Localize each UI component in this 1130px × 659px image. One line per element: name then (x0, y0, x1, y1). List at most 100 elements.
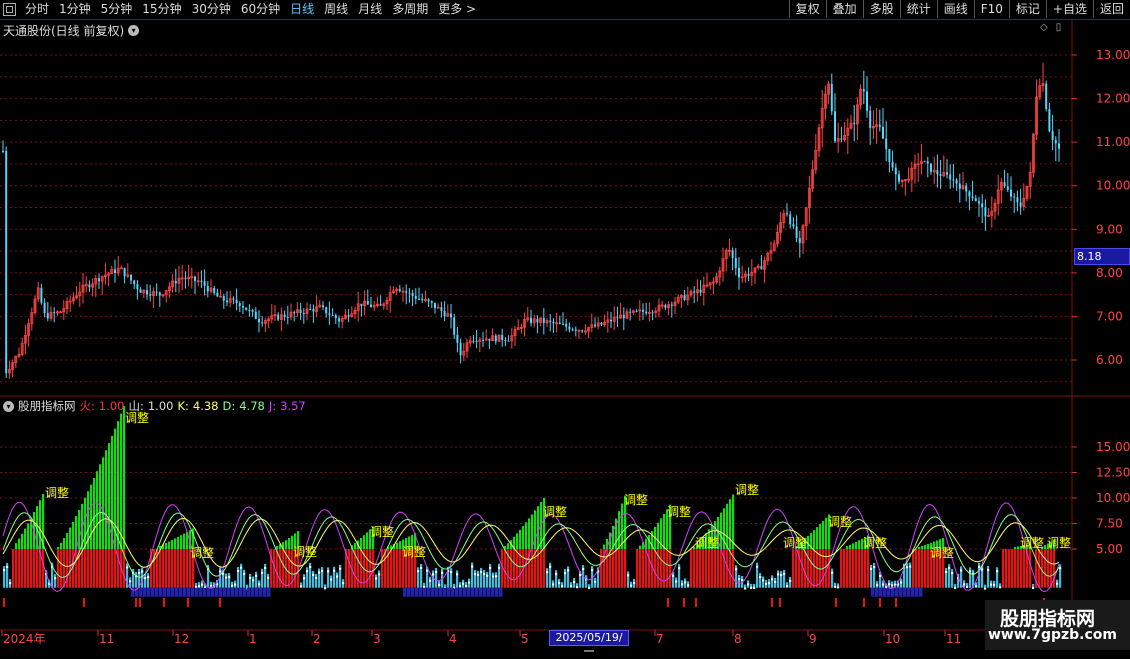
period-tab-9[interactable]: 多周期 (387, 2, 433, 17)
price-tick-label: 12.00 (1096, 92, 1130, 106)
toolbar-button-8[interactable]: 返回 (1092, 0, 1130, 18)
white-dash (489, 566, 492, 569)
blue-strip (147, 587, 151, 597)
white-dash (309, 565, 312, 568)
candle-body-down (731, 250, 734, 258)
candle-body-down (610, 319, 612, 322)
chevron-down-icon[interactable]: ▾ (3, 400, 14, 412)
blue-strip (499, 587, 503, 597)
white-dash (978, 565, 981, 568)
white-dash (594, 580, 597, 583)
panel-toggle-icon[interactable]: ▯ (1056, 22, 1062, 33)
toolbar-button-5[interactable]: F10 (973, 0, 1009, 18)
candle-body-down (456, 334, 459, 343)
white-dash (735, 568, 738, 571)
blue-strip (419, 587, 423, 597)
cyan-bar (249, 573, 252, 588)
candle-body-down (114, 269, 116, 273)
toolbar-right-buttons: 复权 叠加 多股 统计 画线 F10 标记 +自选 返回 (788, 0, 1130, 18)
green-bar (72, 521, 75, 549)
white-dash (741, 578, 744, 581)
chevron-down-icon[interactable]: ▾ (128, 25, 140, 36)
white-dash (138, 572, 141, 575)
period-tab-1[interactable]: 1分钟 (54, 2, 96, 17)
white-dash (1032, 586, 1035, 589)
red-bar (1029, 549, 1032, 588)
indicator-tick-label: 7.50 (1096, 517, 1123, 531)
green-bar (849, 544, 852, 549)
candle-body-down (155, 291, 158, 293)
blue-strip (175, 587, 179, 597)
toolbar-button-2[interactable]: 多股 (862, 0, 900, 18)
candle-body-down (530, 317, 532, 323)
white-dash (681, 583, 684, 586)
candle-body-down (642, 309, 644, 312)
green-bar (1014, 546, 1017, 549)
cyan-bar (744, 584, 747, 588)
red-bar (621, 549, 624, 588)
candle-body-down (328, 313, 331, 315)
blue-strip (439, 587, 443, 597)
white-dash (435, 570, 438, 573)
period-tab-2[interactable]: 5分钟 (96, 2, 138, 17)
white-dash (582, 568, 585, 571)
period-tab-6[interactable]: 日线 (285, 2, 319, 17)
green-bar (90, 484, 93, 549)
period-tab-4[interactable]: 30分钟 (187, 2, 236, 17)
red-bar (183, 549, 186, 588)
green-bar (18, 538, 21, 549)
candle-body-down (747, 274, 750, 276)
white-dash (786, 585, 789, 588)
period-tab-8[interactable]: 月线 (353, 2, 387, 17)
red-bar (912, 549, 915, 588)
toolbar-button-0[interactable]: 复权 (788, 0, 826, 18)
period-tab-5[interactable]: 60分钟 (236, 2, 285, 17)
red-bar (858, 549, 861, 588)
toolbar-button-3[interactable]: 统计 (899, 0, 937, 18)
blue-strip (259, 587, 263, 597)
toolbar-button-7[interactable]: +自选 (1045, 0, 1093, 18)
white-dash (255, 574, 258, 577)
toolbar-button-4[interactable]: 画线 (936, 0, 974, 18)
blue-strip (907, 587, 911, 597)
white-dash (678, 567, 681, 570)
signal-label: 调整 (190, 545, 214, 560)
period-tab-3[interactable]: 15分钟 (137, 2, 186, 17)
white-dash (474, 573, 477, 576)
cyan-bar (261, 568, 264, 588)
candle-body-down (565, 323, 568, 327)
candle-body-down (88, 284, 91, 288)
red-bar (636, 549, 639, 588)
period-tab-10[interactable]: 更多 > (433, 2, 481, 17)
candle-body-down (878, 124, 881, 127)
window-menu-icon[interactable] (3, 3, 16, 16)
red-bar (864, 549, 867, 588)
diamond-icon[interactable]: ◇ (1040, 22, 1048, 33)
kline-chart-area[interactable]: 13.0012.0011.0010.009.008.007.006.0015.0… (0, 20, 1130, 650)
blue-strip (487, 587, 491, 597)
red-bar (1044, 549, 1047, 588)
white-dash (675, 580, 678, 583)
period-tab-0[interactable]: 分时 (20, 2, 54, 17)
blue-strip (195, 587, 199, 597)
white-dash (3, 569, 6, 572)
d-label: D: (222, 399, 236, 413)
white-dash (750, 586, 753, 589)
toolbar-button-1[interactable]: 叠加 (825, 0, 863, 18)
toolbar-button-6[interactable]: 标记 (1008, 0, 1046, 18)
red-bar (618, 549, 621, 588)
period-tab-7[interactable]: 周线 (319, 2, 353, 17)
candle-body-down (1016, 197, 1019, 203)
white-dash (219, 570, 222, 573)
red-bar (852, 549, 855, 588)
indicator-name[interactable]: 股朋指标网 (18, 398, 76, 414)
white-dash (462, 582, 465, 585)
white-dash (552, 583, 555, 586)
blue-strip (227, 587, 231, 597)
signal-label: 调整 (735, 482, 759, 497)
mountain-label: 山: (128, 399, 144, 413)
k-value: 4.38 (192, 399, 219, 413)
red-bar (75, 549, 78, 588)
red-bar (540, 549, 543, 588)
green-bar (663, 513, 666, 549)
